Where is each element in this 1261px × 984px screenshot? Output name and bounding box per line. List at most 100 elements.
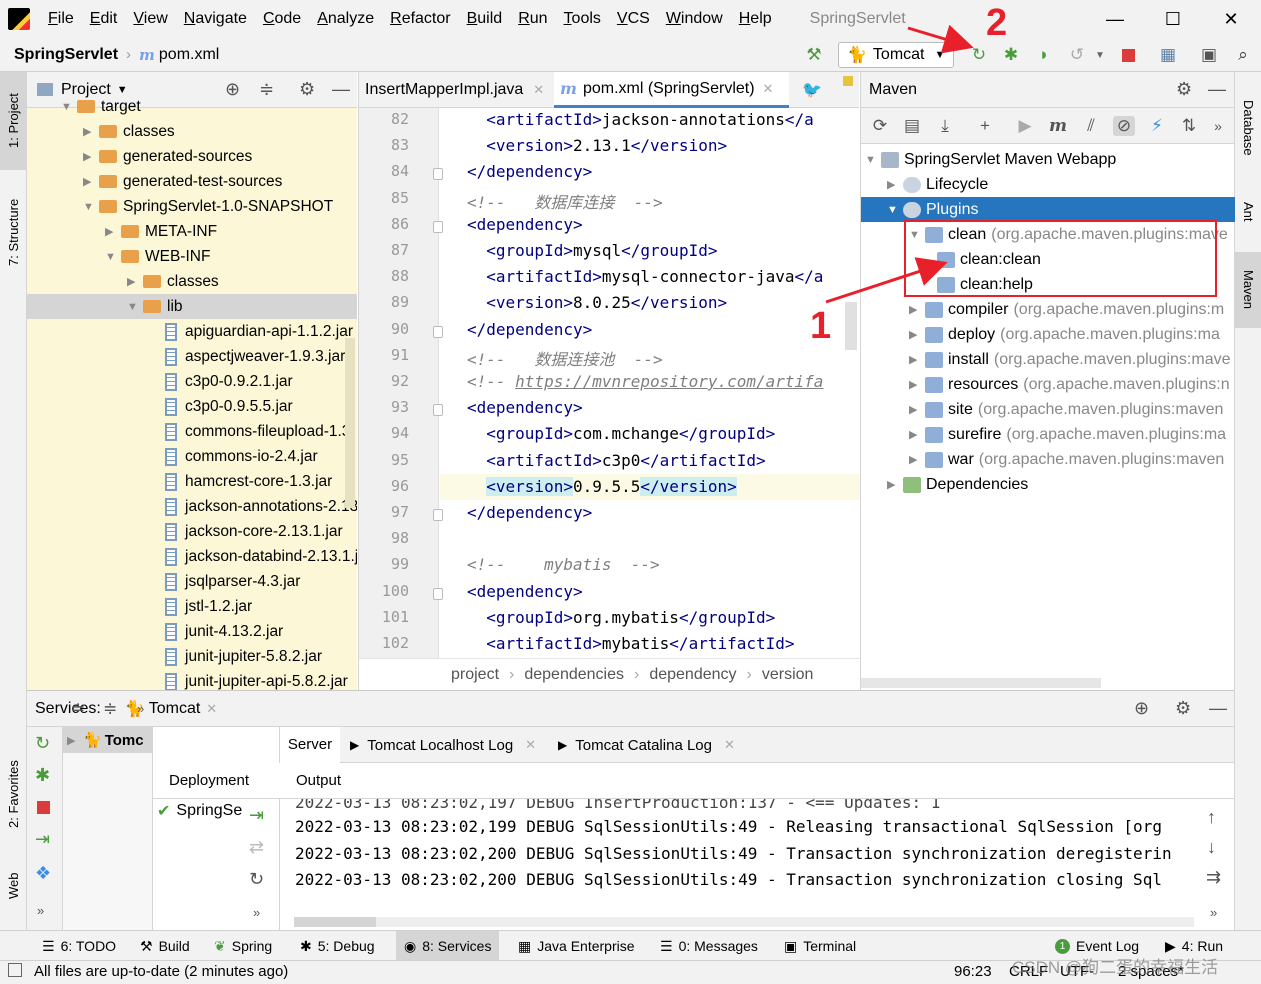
todo-tool-button[interactable]: ☰ 6: TODO — [42, 931, 116, 961]
maven-tool-tab[interactable]: Maven — [1235, 252, 1261, 328]
tree-item-jar[interactable]: commons-io-2.4.jar — [149, 444, 318, 469]
tree-item-folder[interactable]: ▼ SpringServlet-1.0-SNAPSHOT — [83, 194, 333, 219]
undeploy-icon[interactable]: ⇄ — [249, 837, 264, 858]
menu-view[interactable]: View — [125, 10, 175, 28]
fold-marker-icon[interactable] — [433, 404, 443, 417]
code-area[interactable]: <artifactId>jackson-annotations</a <vers… — [359, 108, 860, 658]
debug-tool-button[interactable]: ✱ 5: Debug — [300, 931, 375, 961]
collapse-all-icon[interactable]: ≑ — [259, 79, 274, 100]
tree-item-jar[interactable]: junit-jupiter-api-5.8.2.jar — [149, 669, 348, 690]
database-tool-tab[interactable]: Database — [1235, 80, 1261, 176]
fold-marker-icon[interactable] — [433, 325, 443, 338]
collapsed-arrow-icon[interactable]: ▶ — [887, 178, 903, 191]
tree-item-folder[interactable]: ▶ generated-sources — [83, 144, 252, 169]
tree-item-jar[interactable]: jsqlparser-4.3.jar — [149, 569, 300, 594]
java-enterprise-tool-button[interactable]: ▦ Java Enterprise — [518, 931, 635, 961]
tree-item-folder[interactable]: ▶ classes — [83, 119, 175, 144]
collapse-all-icon[interactable]: ≑ — [103, 699, 117, 719]
collapsed-arrow-icon[interactable]: ▶ — [909, 303, 925, 316]
tree-item-jar[interactable]: c3p0-0.9.2.1.jar — [149, 369, 293, 394]
messages-tool-button[interactable]: ☰ 0: Messages — [660, 931, 758, 961]
tree-item-jar[interactable]: hamcrest-core-1.3.jar — [149, 469, 332, 494]
maximize-icon[interactable]: ☐ — [1143, 0, 1203, 38]
search-icon[interactable]: ⌕ — [1232, 44, 1254, 66]
reload-icon[interactable]: ⟳ — [869, 116, 891, 136]
rerun-icon[interactable]: ↻ — [968, 44, 990, 66]
collapsed-arrow-icon[interactable]: ▶ — [127, 275, 143, 288]
maven-plugin-node[interactable]: ▶ site (org.apache.maven.plugins:maven — [909, 397, 1223, 422]
generate-sources-icon[interactable]: ▤ — [901, 116, 923, 136]
services-tool-button[interactable]: ◉ 8: Services — [396, 931, 500, 961]
rerun-icon[interactable]: ↻ — [35, 733, 50, 754]
collapsed-arrow-icon[interactable]: ▶ — [83, 125, 99, 138]
maven-root-node[interactable]: ▼ SpringServlet Maven Webapp — [865, 147, 1116, 172]
close-tab-icon[interactable]: ✕ — [763, 81, 774, 97]
terminal-icon[interactable]: ▣ — [1198, 44, 1220, 66]
add-icon[interactable]: + — [974, 116, 996, 136]
collapsed-arrow-icon[interactable]: ▶ — [909, 428, 925, 441]
download-icon[interactable]: ⤓ — [934, 116, 956, 136]
tab-insertmapperimpl[interactable]: InsertMapperImpl.java ✕ — [359, 72, 551, 108]
locate-icon[interactable]: ⊕ — [1134, 698, 1149, 719]
collapsed-arrow-icon[interactable]: ▶ — [909, 378, 925, 391]
build-hammer-icon[interactable]: ⚒ — [803, 44, 825, 66]
debug-icon[interactable]: ✱ — [35, 765, 50, 786]
tree-item-jar[interactable]: jstl-1.2.jar — [149, 594, 252, 619]
stop-icon[interactable] — [1117, 44, 1139, 66]
tab-localhost-log[interactable]: ▶ Tomcat Localhost Log ✕ — [342, 727, 536, 763]
tree-item-jar[interactable]: jackson-databind-2.13.1.j — [149, 544, 357, 569]
more-icon[interactable]: » — [1207, 116, 1229, 136]
hide-panel-icon[interactable]: — — [1209, 698, 1227, 719]
tree-item-jar[interactable]: c3p0-0.9.5.5.jar — [149, 394, 293, 419]
xml-breadcrumb-item[interactable]: project — [451, 666, 499, 684]
expanded-arrow-icon[interactable]: ▼ — [105, 251, 121, 263]
menu-vcs[interactable]: VCS — [609, 10, 658, 28]
close-tab-icon[interactable]: ✕ — [724, 737, 735, 753]
locate-icon[interactable]: ⊕ — [225, 79, 240, 100]
deploy-icon[interactable]: ⇥ — [35, 829, 50, 850]
deploy-icon[interactable]: ⇥ — [249, 805, 264, 826]
collapsed-arrow-icon[interactable]: ▶ — [909, 403, 925, 416]
xml-breadcrumb-item[interactable]: dependencies — [524, 666, 624, 684]
warning-marker-icon[interactable] — [843, 76, 853, 86]
gear-icon[interactable]: ⚙ — [299, 79, 315, 100]
maven-plugin-node[interactable]: ▶ install (org.apache.maven.plugins:mave — [909, 347, 1230, 372]
more-icon[interactable]: » — [37, 903, 44, 918]
hide-panel-icon[interactable]: — — [1208, 79, 1226, 100]
menu-refactor[interactable]: Refactor — [382, 10, 458, 28]
toggle-offline-icon[interactable]: ⫽ — [1080, 116, 1102, 136]
project-structure-icon[interactable]: ▦ — [1157, 44, 1179, 66]
more-icon[interactable]: » — [1210, 905, 1217, 920]
fold-marker-icon[interactable] — [433, 509, 443, 521]
log-area[interactable]: 2022-03-13 08:23:02,197 DEBUG InsertProd… — [280, 799, 1190, 931]
close-tab-icon[interactable]: ✕ — [206, 701, 217, 717]
caret-position[interactable]: 96:23 — [954, 963, 992, 980]
gear-icon[interactable]: ⚙ — [1175, 698, 1191, 719]
fold-marker-icon[interactable] — [433, 587, 443, 600]
expanded-arrow-icon[interactable]: ▼ — [61, 101, 77, 113]
gear-icon[interactable]: ⚙ — [1176, 79, 1192, 100]
collapsed-arrow-icon[interactable]: ▶ — [105, 225, 121, 238]
more-icon[interactable]: » — [137, 701, 144, 716]
maven-plugin-node[interactable]: ▶ resources (org.apache.maven.plugins:n — [909, 372, 1230, 397]
project-scrollbar-thumb[interactable] — [345, 338, 355, 508]
project-tool-tab[interactable]: 1: Project — [0, 72, 27, 170]
favorites-tool-tab[interactable]: 2: Favorites — [0, 744, 27, 844]
tree-item-jar[interactable]: commons-fileupload-1.3. — [149, 419, 355, 444]
tab-catalina-log[interactable]: ▶ Tomcat Catalina Log ✕ — [558, 727, 735, 763]
profiler-dropdown-icon[interactable]: ▼ — [1089, 44, 1111, 66]
tree-item-jar[interactable]: aspectjweaver-1.9.3.jar — [149, 344, 345, 369]
ant-tool-tab[interactable]: Ant — [1235, 184, 1261, 240]
maven-plugin-node[interactable]: ▶ surefire (org.apache.maven.plugins:ma — [909, 422, 1226, 447]
maven-plugin-node[interactable]: ▶ deploy (org.apache.maven.plugins:ma — [909, 322, 1220, 347]
collapsed-arrow-icon[interactable]: ▶ — [909, 328, 925, 341]
expanded-arrow-icon[interactable]: ▼ — [865, 154, 881, 166]
editor-scrollbar-thumb[interactable] — [845, 302, 857, 350]
terminal-tool-button[interactable]: ▣ Terminal — [784, 931, 856, 961]
breadcrumb-file[interactable]: pom.xml — [159, 46, 219, 64]
tree-item-jar[interactable]: junit-jupiter-5.8.2.jar — [149, 644, 322, 669]
tree-item-folder[interactable]: ▼ WEB-INF — [105, 244, 210, 269]
run-goal-icon[interactable]: ▶ — [1014, 116, 1036, 136]
tree-item-folder[interactable]: ▼ target — [61, 94, 141, 119]
menu-run[interactable]: Run — [510, 10, 555, 28]
